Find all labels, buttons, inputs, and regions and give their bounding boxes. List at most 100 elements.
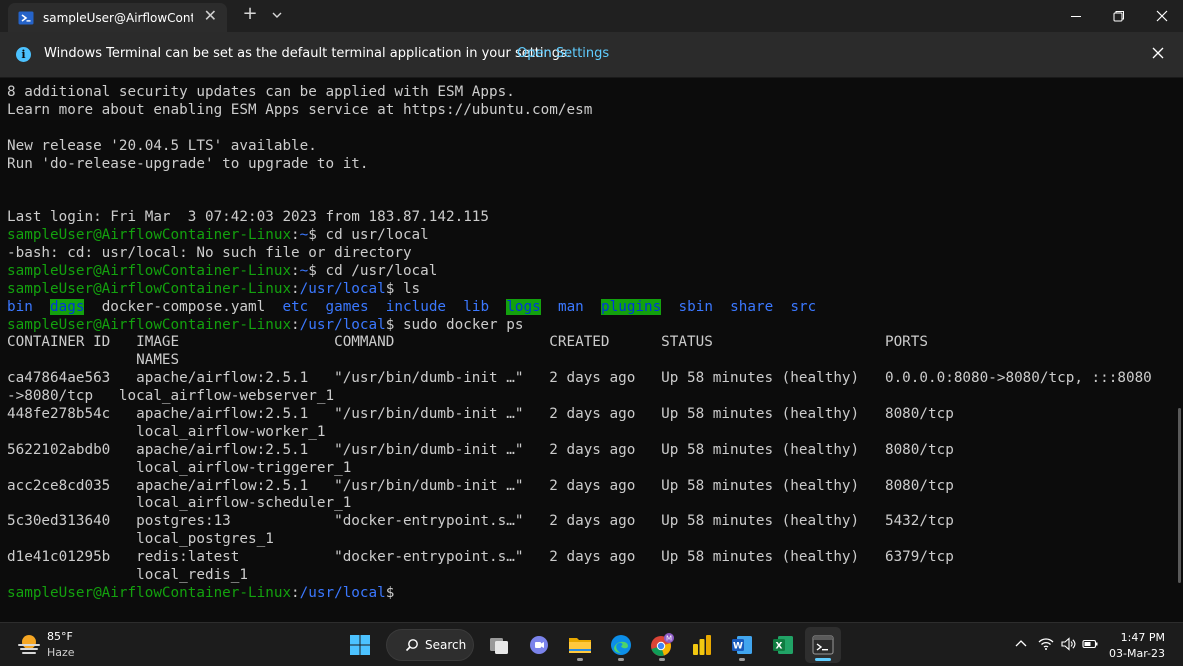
docker-row: d1e41c01295b redis:latest "docker-entryp… (7, 549, 954, 566)
task-view-button[interactable] (481, 627, 517, 663)
battery-icon[interactable] (1082, 636, 1098, 652)
edge-icon (611, 635, 631, 655)
prompt-colon: : (291, 316, 300, 333)
prompt-dollar: $ (308, 262, 326, 279)
power-bi-button[interactable] (684, 627, 720, 663)
wifi-icon[interactable] (1038, 636, 1054, 652)
start-button[interactable] (342, 627, 378, 663)
weather-description[interactable]: Haze (47, 646, 75, 659)
minimize-button[interactable] (1054, 0, 1098, 32)
prompt-line: sampleUser@AirflowContainer-Linux:~$ cd … (7, 227, 1152, 245)
taskbar-search-button[interactable]: Search (386, 629, 474, 661)
command-text: sudo docker ps (402, 316, 524, 333)
restore-button[interactable] (1097, 0, 1141, 32)
volume-icon[interactable] (1060, 636, 1076, 652)
motd-line: 8 additional security updates can be app… (7, 84, 515, 100)
prompt-line: sampleUser@AirflowContainer-Linux:~$ cd … (7, 263, 1152, 281)
ls-item: logs (506, 298, 541, 315)
excel-icon: X (773, 636, 793, 654)
ls-item: sbin (678, 298, 713, 315)
prompt-line: sampleUser@AirflowContainer-Linux:/usr/l… (7, 281, 1152, 299)
prompt-colon: : (291, 227, 300, 244)
prompt-user: sampleUser@AirflowContainer-Linux (7, 584, 292, 601)
chrome-icon: M (651, 633, 674, 656)
chrome-button[interactable]: M (644, 627, 680, 663)
new-tab-button[interactable]: + (240, 3, 260, 27)
docker-row: 5622102abdb0 apache/airflow:2.5.1 "/usr/… (7, 441, 954, 458)
power-bi-icon (693, 635, 711, 655)
excel-button[interactable]: X (765, 627, 801, 663)
restore-icon (1113, 11, 1124, 22)
edge-button[interactable] (603, 627, 639, 663)
docker-row: 448fe278b54c apache/airflow:2.5.1 "/usr/… (7, 406, 954, 423)
svg-text:X: X (776, 642, 783, 652)
file-explorer-button[interactable] (562, 627, 598, 663)
search-icon (405, 639, 418, 652)
docker-header: CONTAINER ID IMAGE COMMAND CREATED STATU… (7, 334, 928, 351)
clock-date[interactable]: 03-Mar-23 (1109, 647, 1165, 660)
ls-item: src (790, 298, 817, 315)
docker-row: 5c30ed313640 postgres:13 "docker-entrypo… (7, 513, 954, 530)
prompt-path: /usr/local (299, 316, 386, 333)
ls-item: bin (7, 298, 33, 315)
docker-row: local_postgres_1 (7, 531, 274, 548)
running-indicator (659, 658, 665, 661)
svg-text:M: M (666, 635, 672, 643)
docker-row: ->8080/tcp local_airflow-webserver_1 (7, 388, 335, 405)
prompt-user: sampleUser@AirflowContainer-Linux (7, 316, 292, 333)
tab-title: sampleUser@AirflowContaine (43, 10, 193, 25)
task-view-icon (490, 638, 508, 654)
title-bar: sampleUser@AirflowContaine ✕ + (0, 0, 1183, 32)
close-window-button[interactable] (1140, 0, 1183, 32)
teams-chat-icon (530, 636, 548, 654)
ls-item: share (730, 298, 774, 315)
prompt-dollar: $ (308, 227, 326, 244)
prompt-user: sampleUser@AirflowContainer-Linux (7, 227, 292, 244)
terminal-output[interactable]: 8 additional security updates can be app… (0, 78, 1183, 622)
docker-header: NAMES (7, 352, 180, 369)
scrollbar[interactable] (1178, 408, 1181, 583)
clock-time[interactable]: 1:47 PM (1121, 631, 1165, 644)
svg-text:W: W (733, 642, 743, 652)
last-login-line: Last login: Fri Mar 3 07:42:03 2023 from… (7, 209, 490, 226)
chevron-up-icon[interactable] (1013, 636, 1029, 652)
prompt-colon: : (291, 584, 300, 601)
ls-item: etc (282, 298, 309, 315)
minimize-icon (1071, 16, 1081, 17)
info-close-icon[interactable] (1149, 44, 1167, 62)
prompt-line: sampleUser@AirflowContainer-Linux:/usr/l… (7, 317, 1152, 335)
tab-terminal[interactable]: sampleUser@AirflowContaine ✕ (8, 3, 227, 32)
weather-temperature[interactable]: 85°F (47, 630, 73, 643)
tab-close-icon[interactable]: ✕ (204, 6, 217, 25)
running-indicator (618, 658, 624, 661)
chat-button[interactable] (521, 627, 557, 663)
prompt-user: sampleUser@AirflowContainer-Linux (7, 262, 292, 279)
chevron-down-icon[interactable] (270, 8, 284, 22)
prompt-dollar: $ (385, 584, 403, 601)
word-button[interactable]: W (724, 627, 760, 663)
running-indicator (739, 658, 745, 661)
release-line: New release '20.04.5 LTS' available. (7, 137, 317, 154)
release-line: Run 'do-release-upgrade' to upgrade to i… (7, 155, 369, 172)
close-icon (1156, 10, 1168, 22)
docker-row: local_airflow-worker_1 (7, 423, 326, 440)
powershell-icon (18, 11, 34, 24)
docker-row: ca47864ae563 apache/airflow:2.5.1 "/usr/… (7, 370, 1152, 387)
ls-item: include (385, 298, 447, 315)
prompt-colon: : (291, 280, 300, 297)
prompt-path: /usr/local (299, 280, 386, 297)
command-text: cd usr/local (325, 227, 429, 244)
prompt-path: ~ (299, 262, 309, 279)
windows-start-icon (350, 635, 370, 655)
ls-item: docker-compose.yaml (101, 298, 266, 315)
open-settings-link[interactable]: Open Settings (517, 46, 609, 61)
active-indicator (815, 658, 831, 661)
prompt-colon: : (291, 262, 300, 279)
terminal-button[interactable] (805, 627, 841, 663)
ls-item: dags (50, 298, 85, 315)
docker-row: acc2ce8cd035 apache/airflow:2.5.1 "/usr/… (7, 477, 954, 494)
haze-weather-icon[interactable] (16, 632, 42, 658)
word-icon: W (732, 636, 752, 654)
prompt-path: ~ (299, 227, 309, 244)
